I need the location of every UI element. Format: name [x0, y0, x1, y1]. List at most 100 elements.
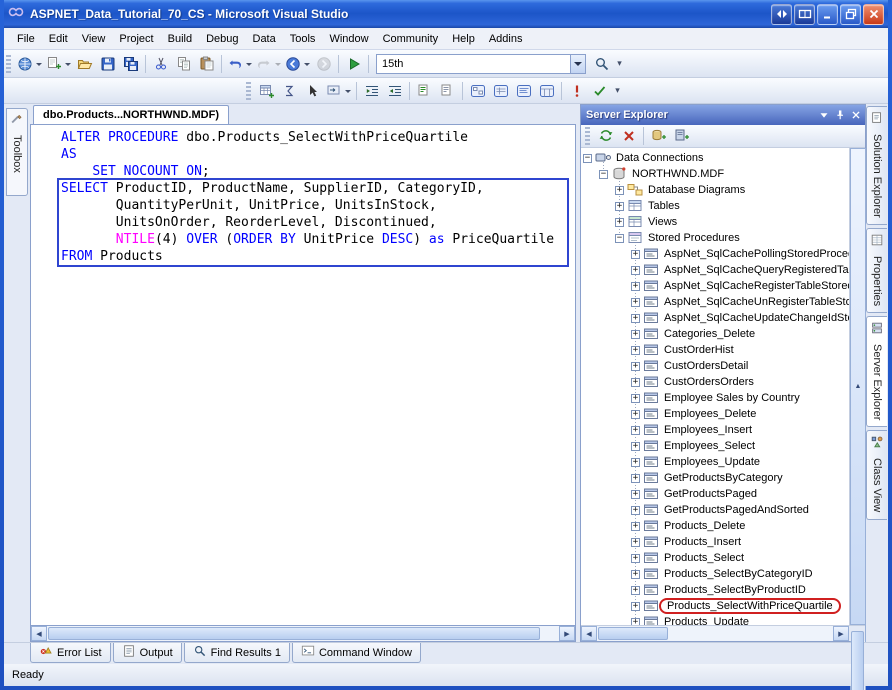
connect-database-icon[interactable]	[647, 125, 670, 147]
tree-horizontal-scrollbar[interactable]: ◀ ▶	[581, 625, 865, 641]
navigate-backward-icon[interactable]	[283, 53, 312, 75]
scrollbar-thumb[interactable]	[48, 627, 540, 640]
tree-item-getproductspaged[interactable]: +GetProductsPaged	[583, 486, 849, 502]
collapse-icon[interactable]: −	[583, 154, 592, 163]
editor-tab[interactable]: dbo.Products...NORTHWND.MDF)	[33, 105, 229, 124]
tree-item-products-select[interactable]: +Products_Select	[583, 550, 849, 566]
minimize-icon[interactable]	[817, 4, 838, 25]
tree-item-aspnet-sqlcachequeryregisteredtablesstoredprocedure[interactable]: +AspNet_SqlCacheQueryRegisteredTablesSto…	[583, 262, 849, 278]
expand-icon[interactable]: +	[631, 282, 640, 291]
add-group-by-icon[interactable]	[278, 80, 301, 102]
refresh-icon[interactable]	[594, 125, 617, 147]
tab-command-window[interactable]: Command Window	[292, 643, 421, 663]
editor-horizontal-scrollbar[interactable]: ◀ ▶	[30, 626, 576, 642]
scrollbar-thumb[interactable]	[598, 627, 668, 640]
toolbar-combobox[interactable]: 15th	[376, 54, 586, 74]
expand-icon[interactable]: +	[631, 602, 640, 611]
window-position-icon[interactable]	[816, 108, 831, 123]
tab-class-view[interactable]: Class View	[866, 430, 887, 519]
tab-server-explorer[interactable]: Server Explorer	[866, 316, 887, 427]
expand-icon[interactable]: +	[631, 490, 640, 499]
cut-icon[interactable]	[149, 53, 172, 75]
menu-project[interactable]: Project	[112, 30, 160, 48]
expand-icon[interactable]: +	[631, 442, 640, 451]
expand-icon[interactable]: +	[631, 250, 640, 259]
menu-edit[interactable]: Edit	[42, 30, 75, 48]
tree-item-aspnet-sqlcacheunregistertablestoredprocedure[interactable]: +AspNet_SqlCacheUnRegisterTableStoredPro…	[583, 294, 849, 310]
save-icon[interactable]	[96, 53, 119, 75]
tab-properties[interactable]: Properties	[866, 228, 887, 313]
menu-file[interactable]: File	[10, 30, 42, 48]
expand-icon[interactable]: +	[631, 426, 640, 435]
menu-view[interactable]: View	[75, 30, 113, 48]
expand-icon[interactable]: +	[615, 218, 624, 227]
tree-item-employees-insert[interactable]: +Employees_Insert	[583, 422, 849, 438]
expand-icon[interactable]: +	[631, 538, 640, 547]
decrease-indent-icon[interactable]	[360, 80, 383, 102]
tree-item-getproductsbycategory[interactable]: +GetProductsByCategory	[583, 470, 849, 486]
menu-help[interactable]: Help	[445, 30, 482, 48]
toolbar-grip[interactable]	[6, 55, 11, 73]
expand-icon[interactable]: +	[631, 298, 640, 307]
save-all-icon[interactable]	[119, 53, 142, 75]
expand-icon[interactable]: +	[631, 330, 640, 339]
tree-item-categories-delete[interactable]: +Categories_Delete	[583, 326, 849, 342]
tree-item-stored-procedures[interactable]: −Stored Procedures	[583, 230, 849, 246]
redo-icon[interactable]	[254, 53, 283, 75]
span-monitors-icon[interactable]	[794, 4, 815, 25]
expand-icon[interactable]: +	[631, 346, 640, 355]
scroll-right-icon[interactable]: ▶	[833, 626, 849, 641]
menu-community[interactable]: Community	[376, 30, 446, 48]
tree-item-data-connections[interactable]: −Data Connections	[583, 150, 849, 166]
add-table-icon[interactable]	[255, 80, 278, 102]
tree-item-custordersdetail[interactable]: +CustOrdersDetail	[583, 358, 849, 374]
tree-item-northwnd-mdf[interactable]: −NORTHWND.MDF	[583, 166, 849, 182]
verify-sql-icon[interactable]	[588, 80, 611, 102]
close-icon[interactable]	[863, 4, 884, 25]
tree-item-tables[interactable]: +Tables	[583, 198, 849, 214]
tree-item-getproductspagedandsorted[interactable]: +GetProductsPagedAndSorted	[583, 502, 849, 518]
scrollbar-track[interactable]	[47, 626, 559, 641]
uncomment-icon[interactable]	[436, 80, 459, 102]
expand-icon[interactable]: +	[615, 202, 624, 211]
tree-item-products-selectbycategoryid[interactable]: +Products_SelectByCategoryID	[583, 566, 849, 582]
tree-item-products-selectbyproductid[interactable]: +Products_SelectByProductID	[583, 582, 849, 598]
menu-build[interactable]: Build	[161, 30, 199, 48]
expand-icon[interactable]: +	[631, 458, 640, 467]
toolbar-grip[interactable]	[585, 127, 590, 145]
tab-find-results-1[interactable]: Find Results 1	[184, 643, 290, 663]
tree-item-employees-select[interactable]: +Employees_Select	[583, 438, 849, 454]
copy-icon[interactable]	[172, 53, 195, 75]
connect-server-icon[interactable]	[670, 125, 693, 147]
tree-item-products-update[interactable]: +Products_Update	[583, 614, 849, 625]
scrollbar-track[interactable]	[597, 626, 833, 641]
undo-icon[interactable]	[225, 53, 254, 75]
scroll-left-icon[interactable]: ◀	[581, 626, 597, 641]
tree-item-employees-delete[interactable]: +Employees_Delete	[583, 406, 849, 422]
expand-icon[interactable]: +	[631, 394, 640, 403]
tree-item-products-delete[interactable]: +Products_Delete	[583, 518, 849, 534]
expand-icon[interactable]: +	[631, 570, 640, 579]
tree-item-aspnet-sqlcacheregistertablestoredprocedure[interactable]: +AspNet_SqlCacheRegisterTableStoredProce…	[583, 278, 849, 294]
new-website-icon[interactable]	[15, 53, 44, 75]
tree-item-custorderhist[interactable]: +CustOrderHist	[583, 342, 849, 358]
tree-item-database-diagrams[interactable]: +Database Diagrams	[583, 182, 849, 198]
select-tool-icon[interactable]	[301, 80, 324, 102]
scrollbar-thumb[interactable]	[851, 631, 864, 690]
restore-icon[interactable]	[840, 4, 861, 25]
expand-icon[interactable]: +	[631, 378, 640, 387]
tab-solution-explorer[interactable]: Solution Explorer	[866, 106, 887, 225]
expand-icon[interactable]: +	[631, 618, 640, 626]
tab-toolbox[interactable]: Toolbox	[6, 108, 28, 196]
tree-item-products-insert[interactable]: +Products_Insert	[583, 534, 849, 550]
expand-icon[interactable]: +	[631, 586, 640, 595]
comment-icon[interactable]	[413, 80, 436, 102]
execute-sql-icon[interactable]	[565, 80, 588, 102]
expand-icon[interactable]: +	[631, 506, 640, 515]
increase-indent-icon[interactable]	[383, 80, 406, 102]
paste-icon[interactable]	[195, 53, 218, 75]
tree-item-aspnet-sqlcachepollingstoredprocedure[interactable]: +AspNet_SqlCachePollingStoredProcedure	[583, 246, 849, 262]
scroll-up-icon[interactable]: ▲	[850, 148, 866, 625]
code-editor[interactable]: ALTER PROCEDURE dbo.Products_SelectWithP…	[30, 124, 576, 626]
expand-icon[interactable]: +	[631, 554, 640, 563]
